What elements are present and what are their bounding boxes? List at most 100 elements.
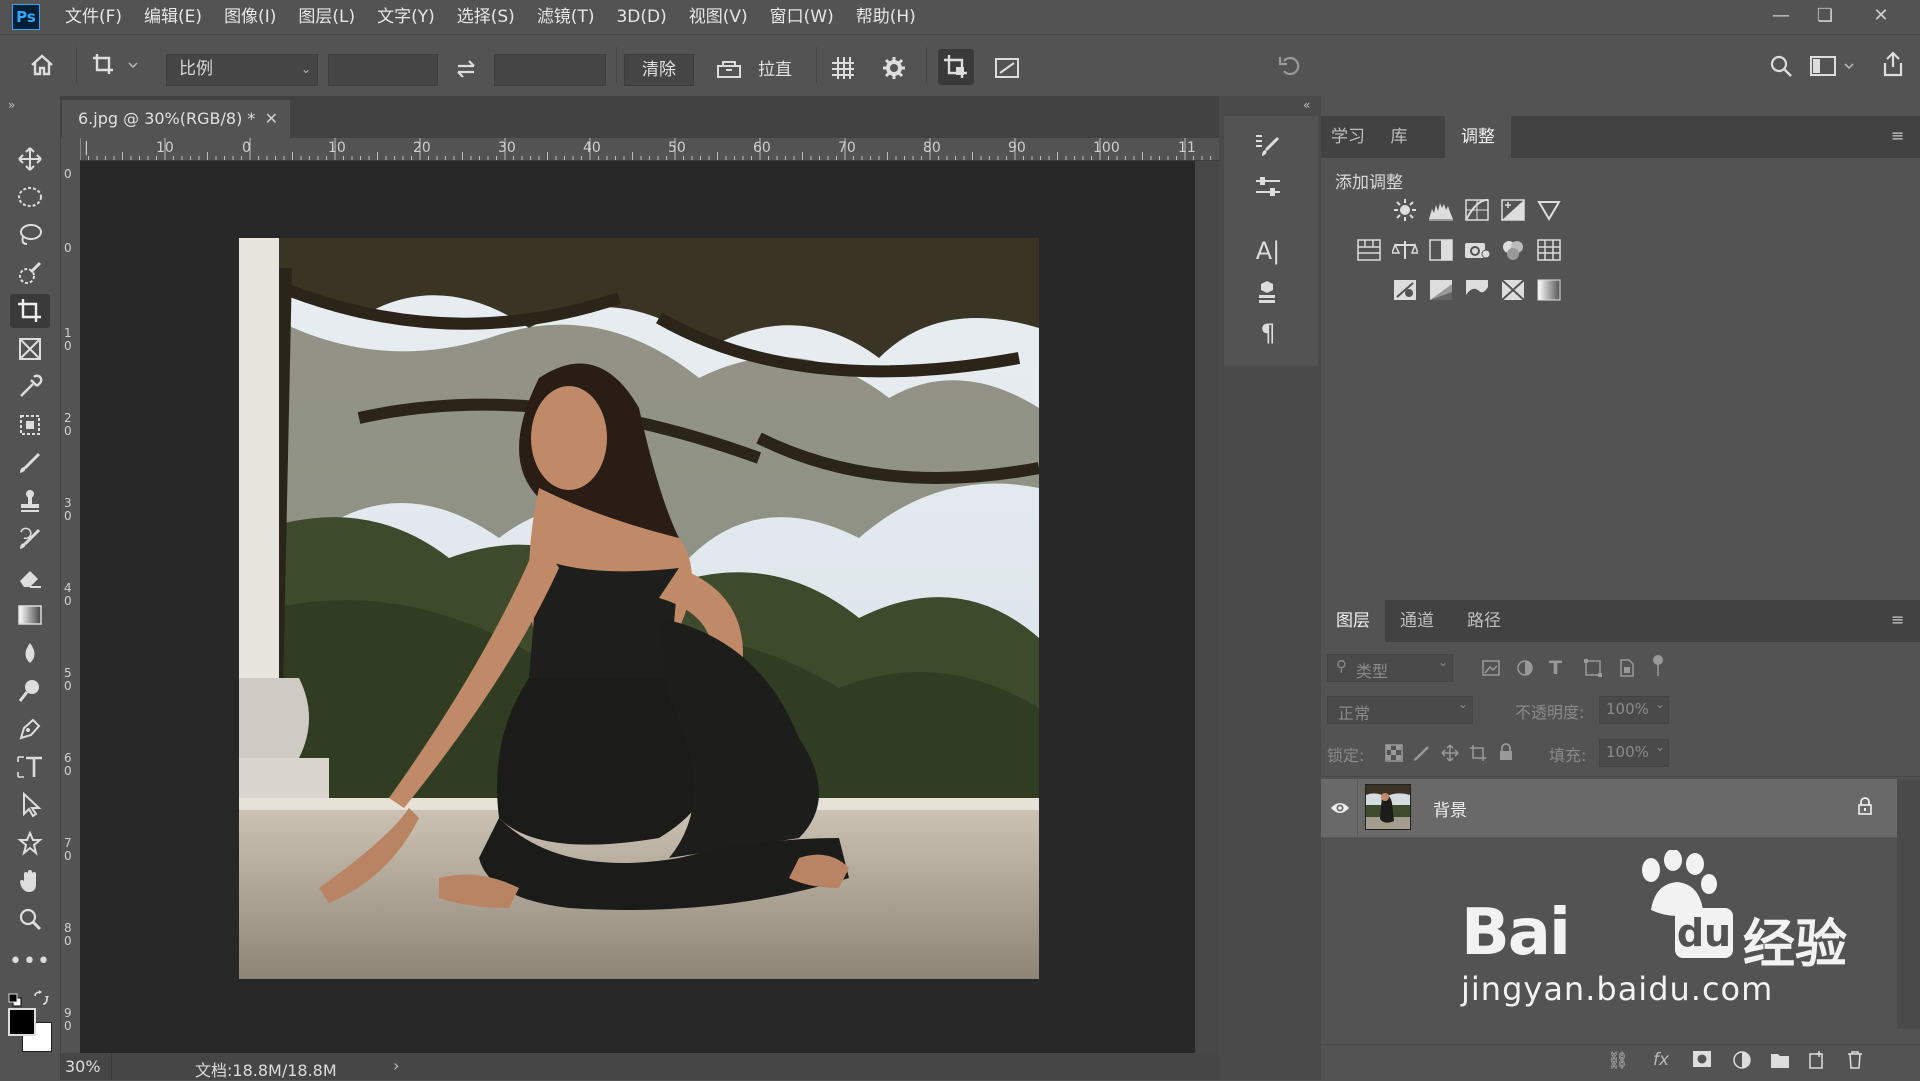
- frame-tool-icon[interactable]: [10, 332, 50, 366]
- layer-visibility-toggle[interactable]: [1321, 779, 1358, 837]
- threshold-icon[interactable]: [1463, 276, 1491, 304]
- tab-adjustments[interactable]: 调整: [1445, 116, 1511, 158]
- height-input[interactable]: [494, 54, 606, 86]
- exposure-icon[interactable]: [1499, 196, 1527, 224]
- document-image[interactable]: [239, 238, 1039, 979]
- vibrance-icon[interactable]: [1535, 196, 1563, 224]
- lock-position-icon[interactable]: [1441, 744, 1459, 762]
- vertical-ruler[interactable]: 0 0 1 0 2 0 3 0 4 0 5 0 6 0 7 0 8 0 9 0: [61, 160, 81, 1053]
- gear-icon[interactable]: [877, 51, 911, 85]
- menu-type[interactable]: 文字(Y): [366, 0, 446, 34]
- filter-smart-object-icon[interactable]: [1617, 658, 1637, 678]
- filter-shape-icon[interactable]: [1583, 658, 1603, 678]
- layers-scrollbar[interactable]: [1897, 779, 1920, 1029]
- eraser-tool-icon[interactable]: [10, 560, 50, 594]
- default-colors-icon[interactable]: [8, 992, 22, 1007]
- fx-icon[interactable]: fx: [1653, 1050, 1669, 1070]
- menu-file[interactable]: 文件(F): [54, 0, 133, 34]
- crop-tool-preset-icon[interactable]: [88, 49, 142, 81]
- clone-stamp-tool-icon[interactable]: [10, 484, 50, 518]
- marquee-tool-icon[interactable]: [10, 180, 50, 214]
- menu-edit[interactable]: 编辑(E): [133, 0, 213, 34]
- share-icon[interactable]: [1876, 47, 1910, 81]
- eyedropper-tool-icon[interactable]: [10, 370, 50, 404]
- brush-settings-icon[interactable]: [1248, 128, 1288, 162]
- levels-icon[interactable]: [1427, 196, 1455, 224]
- home-icon[interactable]: [24, 49, 60, 81]
- collapse-panels-icon[interactable]: «: [1303, 98, 1310, 112]
- invert-icon[interactable]: [1391, 276, 1419, 304]
- vertical-scrollbar[interactable]: [1195, 161, 1219, 1053]
- clear-button[interactable]: 清除: [624, 54, 694, 86]
- width-input[interactable]: [328, 54, 438, 86]
- tab-learn[interactable]: 学习: [1321, 116, 1375, 158]
- crop-tool-icon[interactable]: [10, 294, 50, 328]
- dodge-tool-icon[interactable]: [10, 674, 50, 708]
- search-icon[interactable]: [1764, 49, 1798, 83]
- zoom-level[interactable]: 30%: [65, 1057, 101, 1076]
- 3d-icon[interactable]: [1248, 276, 1288, 310]
- selective-color-icon[interactable]: [1499, 276, 1527, 304]
- zoom-tool-icon[interactable]: [10, 902, 50, 936]
- black-white-icon[interactable]: [1427, 236, 1455, 264]
- panel-menu-icon[interactable]: ≡: [1891, 126, 1904, 145]
- photo-filter-icon[interactable]: [1463, 236, 1491, 264]
- restore-icon[interactable]: ❏: [1802, 0, 1848, 30]
- curves-icon[interactable]: [1463, 196, 1491, 224]
- brush-tool-icon[interactable]: [10, 446, 50, 480]
- new-layer-icon[interactable]: [1809, 1051, 1825, 1069]
- link-layers-icon[interactable]: ⛓: [1607, 1051, 1629, 1071]
- expand-toolbar-icon[interactable]: »: [8, 98, 15, 112]
- workspace-icon[interactable]: [1808, 49, 1858, 83]
- path-selection-tool-icon[interactable]: [10, 788, 50, 822]
- color-balance-icon[interactable]: [1391, 236, 1419, 264]
- paragraph-icon[interactable]: ¶: [1248, 316, 1288, 350]
- delete-cropped-pixels-icon[interactable]: [938, 49, 974, 85]
- filter-pixel-icon[interactable]: [1481, 658, 1501, 678]
- gradient-tool-icon[interactable]: [10, 598, 50, 632]
- filter-type-icon[interactable]: T: [1549, 657, 1569, 679]
- menu-filter[interactable]: 滤镜(T): [526, 0, 606, 34]
- character-icon[interactable]: A|: [1248, 234, 1288, 268]
- menu-help[interactable]: 帮助(H): [845, 0, 927, 34]
- quick-selection-tool-icon[interactable]: [10, 256, 50, 290]
- healing-brush-tool-icon[interactable]: [10, 408, 50, 442]
- opacity-input[interactable]: 100% ⌄: [1599, 696, 1669, 724]
- lock-all-icon[interactable]: [1497, 743, 1515, 761]
- straighten-icon[interactable]: [712, 53, 746, 85]
- content-aware-icon[interactable]: [990, 51, 1024, 85]
- ratio-select[interactable]: 比例 ⌄: [166, 54, 318, 86]
- history-brush-tool-icon[interactable]: [10, 522, 50, 556]
- channel-mixer-icon[interactable]: [1499, 236, 1527, 264]
- tab-paths[interactable]: 路径: [1451, 600, 1517, 642]
- undo-reset-icon[interactable]: [1272, 49, 1308, 83]
- tab-channels[interactable]: 通道: [1385, 600, 1449, 642]
- horizontal-ruler[interactable]: | 10 0 10 20 30 40 50 60 70 80 90 100 11: [80, 138, 1219, 161]
- tab-libraries[interactable]: 库: [1375, 116, 1423, 158]
- filter-toggle-icon[interactable]: [1651, 654, 1665, 678]
- lock-pixels-brush-icon[interactable]: [1413, 744, 1431, 762]
- menu-image[interactable]: 图像(I): [213, 0, 287, 34]
- lock-artboard-icon[interactable]: [1469, 744, 1487, 762]
- gradient-map-icon[interactable]: [1535, 276, 1563, 304]
- blur-tool-icon[interactable]: [10, 636, 50, 670]
- overlay-grid-icon[interactable]: [826, 51, 860, 85]
- foreground-color-swatch[interactable]: [8, 1008, 36, 1036]
- pen-tool-icon[interactable]: [10, 712, 50, 746]
- hand-tool-icon[interactable]: [10, 864, 50, 898]
- tab-layers[interactable]: 图层: [1321, 600, 1385, 642]
- layer-row[interactable]: 背景: [1321, 779, 1897, 837]
- type-tool-icon[interactable]: [10, 750, 50, 784]
- swap-colors-icon[interactable]: [33, 990, 49, 1006]
- menu-view[interactable]: 视图(V): [678, 0, 759, 34]
- close-tab-icon[interactable]: ✕: [265, 100, 278, 138]
- hue-saturation-icon[interactable]: [1355, 236, 1383, 264]
- filter-adjustment-icon[interactable]: [1515, 658, 1535, 678]
- custom-shape-tool-icon[interactable]: [10, 826, 50, 860]
- new-adjustment-layer-icon[interactable]: [1733, 1051, 1751, 1069]
- menu-select[interactable]: 选择(S): [446, 0, 526, 34]
- lasso-tool-icon[interactable]: [10, 218, 50, 252]
- brightness-icon[interactable]: [1391, 196, 1419, 224]
- color-lookup-icon[interactable]: [1535, 236, 1563, 264]
- layer-name[interactable]: 背景: [1433, 796, 1467, 821]
